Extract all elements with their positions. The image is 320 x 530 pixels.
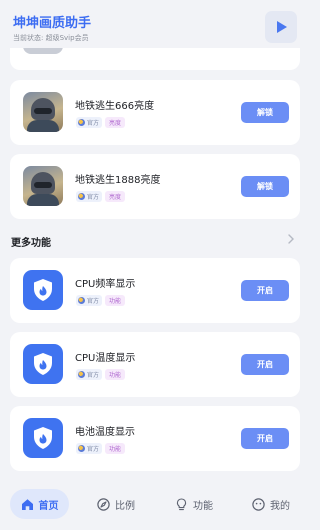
nav-function[interactable]: 功能 (168, 489, 220, 519)
item-title: CPU频率显示 (75, 279, 136, 290)
nav-home[interactable]: 首页 (10, 489, 69, 519)
play-button[interactable] (265, 11, 297, 43)
status-value: 超级Svip会员 (45, 34, 89, 42)
type-badge: 功能 (105, 295, 126, 306)
section-title: 更多功能 (11, 238, 51, 249)
item-title: CPU温度显示 (75, 353, 136, 364)
item-tags: 官方 功能 (76, 443, 126, 454)
nav-ratio[interactable]: 比例 (90, 489, 142, 519)
item-title: 地铁逃生666亮度 (75, 101, 155, 112)
item-tags: 官方 亮度 (76, 191, 126, 202)
nav-ratio-label: 比例 (115, 500, 135, 512)
unlock-button[interactable]: 解锁 (241, 176, 289, 197)
nav-profile-label: 我的 (270, 500, 290, 512)
item-title: 地铁逃生1888亮度 (75, 175, 161, 186)
list-item: 电池温度显示 官方 功能 开启 (10, 406, 300, 471)
home-icon (21, 498, 33, 510)
type-badge: 亮度 (105, 117, 126, 128)
official-icon (78, 119, 85, 126)
list-item: 地铁逃生1888亮度 官方 亮度 解锁 (10, 154, 300, 219)
nav-function-label: 功能 (193, 500, 213, 512)
shield-flame-icon (23, 418, 63, 458)
official-icon (78, 193, 85, 200)
official-label: 官方 (87, 446, 100, 453)
unlock-button[interactable]: 解锁 (241, 102, 289, 123)
smile-icon (252, 497, 265, 511)
shield-flame-icon (23, 344, 63, 384)
game-thumbnail (23, 166, 63, 206)
list-item: 地铁逃生666亮度 官方 亮度 解锁 (10, 80, 300, 145)
item-tags: 官方 功能 (76, 295, 126, 306)
shield-flame-icon (23, 270, 63, 310)
compass-icon (97, 497, 110, 511)
app-title: 坤坤画质助手 (13, 16, 92, 31)
membership-status: 当前状态: 超级Svip会员 (13, 33, 89, 43)
official-badge: 官方 (76, 191, 103, 202)
app-header: 坤坤画质助手 当前状态: 超级Svip会员 (0, 0, 310, 48)
type-badge: 功能 (105, 369, 126, 380)
bulb-icon (176, 497, 187, 510)
official-badge: 官方 (76, 117, 103, 128)
item-tags: 官方 功能 (76, 369, 126, 380)
enable-button[interactable]: 开启 (241, 354, 289, 375)
type-badge: 功能 (105, 443, 126, 454)
official-label: 官方 (87, 120, 100, 127)
official-badge: 官方 (76, 369, 103, 380)
enable-button[interactable]: 开启 (241, 280, 289, 301)
type-badge: 亮度 (105, 191, 126, 202)
official-label: 官方 (87, 298, 100, 305)
list-item: CPU温度显示 官方 功能 开启 (10, 332, 300, 397)
chevron-right-icon[interactable] (286, 233, 296, 245)
item-title: 电池温度显示 (75, 427, 135, 438)
game-thumbnail (23, 92, 63, 132)
status-label: 当前状态: (13, 34, 44, 42)
item-tags: 官方 亮度 (76, 117, 126, 128)
nav-home-label: 首页 (38, 500, 59, 512)
official-label: 官方 (87, 372, 100, 379)
bottom-navigation: 首页 比例 功能 我的 (0, 480, 310, 530)
official-icon (78, 371, 85, 378)
official-badge: 官方 (76, 295, 103, 306)
enable-button[interactable]: 开启 (241, 428, 289, 449)
official-badge: 官方 (76, 443, 103, 454)
official-icon (78, 297, 85, 304)
official-label: 官方 (87, 194, 100, 201)
official-icon (78, 445, 85, 452)
nav-profile[interactable]: 我的 (245, 489, 297, 519)
play-icon (277, 21, 287, 33)
list-item: CPU频率显示 官方 功能 开启 (10, 258, 300, 323)
